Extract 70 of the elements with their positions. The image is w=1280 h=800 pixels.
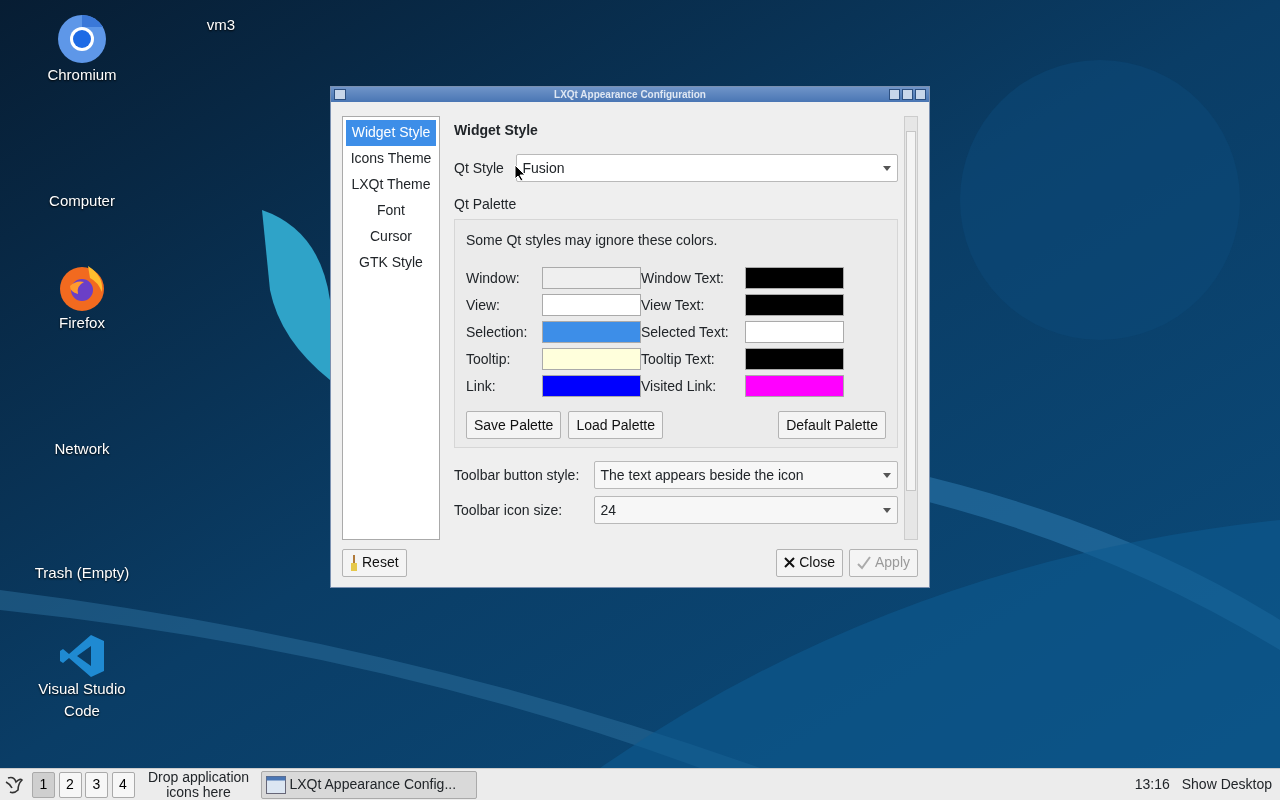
dropdown[interactable]: The text appears beside the icon xyxy=(593,461,898,489)
section-heading: Widget Style xyxy=(454,121,539,140)
browser-icon[interactable] xyxy=(57,14,107,64)
color-swatch[interactable] xyxy=(542,267,641,289)
color-swatch[interactable] xyxy=(745,294,844,316)
icon-label[interactable]: Visual Studio Code xyxy=(27,678,137,722)
dropdown[interactable]: Fusion xyxy=(515,154,898,182)
icon-label[interactable]: Network xyxy=(54,438,110,460)
color-swatch[interactable] xyxy=(745,321,844,343)
close-icon xyxy=(784,557,796,568)
palette-button[interactable]: Default Palette xyxy=(778,411,886,439)
caret-icon xyxy=(883,165,891,171)
desktop-switch[interactable]: 2 xyxy=(58,771,82,798)
color-swatch[interactable] xyxy=(542,348,641,370)
color-label: Selected Text: xyxy=(641,322,730,342)
close-button[interactable] xyxy=(915,89,926,100)
sidebar-item[interactable]: GTK Style xyxy=(346,250,436,276)
sidebar-item[interactable]: Cursor xyxy=(346,224,436,250)
color-swatch[interactable] xyxy=(745,375,844,397)
hint-text: Some Qt styles may ignore these colors. xyxy=(466,231,719,250)
color-swatch[interactable] xyxy=(542,321,641,343)
color-label: Link: xyxy=(466,376,497,396)
clock[interactable]: 13:16 xyxy=(1134,774,1170,795)
brush-icon xyxy=(350,554,358,571)
dropdown[interactable]: 24 xyxy=(593,496,898,524)
palette-button[interactable]: Load Palette xyxy=(568,411,663,439)
field-label: Qt Style xyxy=(454,158,505,178)
color-label: Visited Link: xyxy=(641,376,718,396)
icon-label[interactable]: Firefox xyxy=(59,312,105,334)
caret-icon xyxy=(883,507,891,513)
reset-button[interactable]: Reset xyxy=(342,548,407,577)
scrollbar-thumb[interactable] xyxy=(906,131,916,491)
taskbar-task[interactable]: LXQt Appearance Config... xyxy=(260,770,477,799)
quicklaunch-hint: Drop application icons here xyxy=(146,769,251,800)
window-title: LXQt Appearance Configuration xyxy=(554,88,706,102)
checkmark-icon xyxy=(856,555,871,570)
caret-icon xyxy=(883,472,891,478)
icon-label[interactable]: Chromium xyxy=(47,64,117,86)
desktop-switch[interactable]: 3 xyxy=(85,771,108,798)
code-editor-icon[interactable] xyxy=(59,634,105,678)
icon-label[interactable]: Computer xyxy=(49,190,115,212)
show-desktop-button[interactable]: Show Desktop xyxy=(1181,774,1272,795)
color-label: Tooltip Text: xyxy=(641,349,716,369)
sidebar-item[interactable]: LXQt Theme xyxy=(346,172,436,198)
color-swatch[interactable] xyxy=(745,267,844,289)
color-label: Window Text: xyxy=(641,268,725,288)
sidebar-item[interactable]: Font xyxy=(346,198,436,224)
color-swatch[interactable] xyxy=(542,294,641,316)
maximize-button[interactable] xyxy=(902,89,913,100)
color-label: Selection: xyxy=(466,322,529,342)
icon-label[interactable]: Trash (Empty) xyxy=(34,562,130,584)
window-icon xyxy=(265,775,286,794)
window-menu-button[interactable] xyxy=(334,89,346,100)
palette-button[interactable]: Save Palette xyxy=(466,411,562,439)
color-label: Tooltip: xyxy=(466,349,512,369)
color-swatch[interactable] xyxy=(745,348,844,370)
close-button[interactable]: Close xyxy=(776,548,843,577)
scrollbar[interactable] xyxy=(904,116,918,540)
desktop-switch[interactable]: 4 xyxy=(111,771,135,798)
field-label: Toolbar icon size: xyxy=(454,500,564,520)
desktop-switch[interactable]: 1 xyxy=(32,771,55,798)
color-label: Window: xyxy=(466,268,521,288)
color-swatch[interactable] xyxy=(542,375,641,397)
icon-label[interactable]: vm3 xyxy=(206,14,236,36)
color-label: View Text: xyxy=(641,295,706,315)
color-label: View: xyxy=(466,295,501,315)
minimize-button[interactable] xyxy=(889,89,900,100)
sidebar-item[interactable]: Icons Theme xyxy=(346,146,436,172)
group-title: Qt Palette xyxy=(454,195,518,214)
field-label: Toolbar button style: xyxy=(454,465,581,485)
